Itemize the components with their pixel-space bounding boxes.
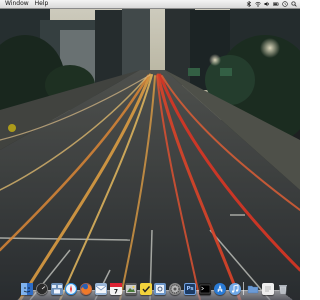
menu-help[interactable]: Help — [32, 0, 52, 8]
photoshop-icon[interactable]: Ps — [184, 283, 197, 295]
dock: 7 Ps — [17, 274, 293, 300]
dock-separator — [243, 282, 245, 295]
volume-icon[interactable] — [264, 1, 270, 7]
trash-icon[interactable] — [277, 283, 289, 295]
stickies-icon[interactable] — [139, 283, 152, 295]
preview-icon[interactable] — [154, 283, 167, 295]
spotlight-icon[interactable] — [291, 1, 297, 7]
desktop-wallpaper — [0, 0, 300, 300]
battery-icon[interactable] — [273, 1, 279, 7]
safari-icon[interactable] — [65, 283, 78, 295]
clock-icon[interactable] — [282, 1, 288, 7]
wifi-icon[interactable] — [255, 1, 261, 7]
desktop: Window Help 7 Ps — [0, 0, 300, 300]
photoshop-label: Ps — [186, 286, 194, 292]
finder-icon[interactable] — [21, 283, 33, 295]
firefox-icon[interactable] — [80, 283, 93, 295]
dashboard-icon[interactable] — [35, 283, 48, 295]
dock-icons: 7 Ps — [21, 279, 289, 295]
mail-icon[interactable] — [95, 283, 108, 295]
svg-text:7: 7 — [114, 289, 118, 296]
itunes-icon[interactable] — [228, 283, 241, 295]
folder-icon[interactable] — [247, 283, 259, 295]
system-preferences-icon[interactable] — [169, 283, 182, 295]
app-store-icon[interactable] — [213, 283, 226, 295]
menu-bar: Window Help — [0, 0, 300, 9]
menu-extras — [246, 1, 300, 7]
terminal-icon[interactable] — [198, 283, 211, 295]
bluetooth-icon[interactable] — [246, 1, 252, 7]
calendar-icon[interactable]: 7 — [109, 283, 122, 296]
mission-control-icon[interactable] — [50, 283, 63, 295]
menu-window[interactable]: Window — [0, 0, 32, 8]
photo-icon[interactable] — [124, 283, 137, 295]
document-icon[interactable] — [262, 283, 275, 295]
